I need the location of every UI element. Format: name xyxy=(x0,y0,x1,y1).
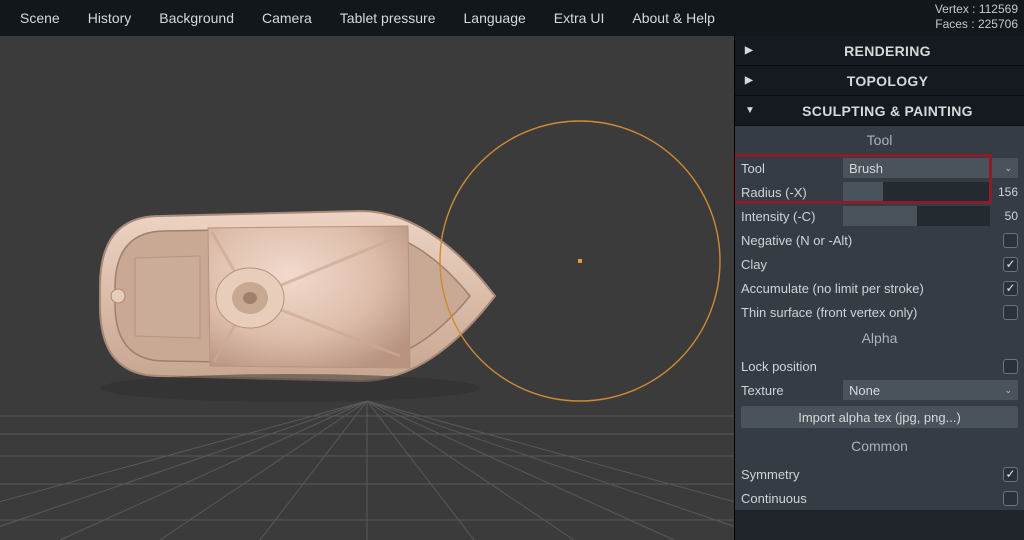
viewport-3d[interactable] xyxy=(0,36,734,540)
intensity-slider-fill xyxy=(843,206,917,226)
row-accumulate: Accumulate (no limit per stroke) xyxy=(735,276,1024,300)
row-negative: Negative (N or -Alt) xyxy=(735,228,1024,252)
texture-select-value: None xyxy=(849,383,880,398)
main-menubar: Scene History Background Camera Tablet p… xyxy=(0,0,1024,36)
symmetry-checkbox[interactable] xyxy=(1003,467,1018,482)
row-tool: Tool Brush ⌄ xyxy=(735,156,1024,180)
texture-select[interactable]: None ⌄ xyxy=(843,380,1018,400)
intensity-label: Intensity (-C) xyxy=(741,209,837,224)
menu-language[interactable]: Language xyxy=(450,2,540,34)
chevron-down-icon: ⌄ xyxy=(1004,163,1012,174)
brush-cursor-center xyxy=(578,259,582,263)
menu-history[interactable]: History xyxy=(74,2,146,34)
thin-label: Thin surface (front vertex only) xyxy=(741,305,1003,320)
tool-label: Tool xyxy=(741,161,837,176)
row-intensity: Intensity (-C) 50 xyxy=(735,204,1024,228)
negative-label: Negative (N or -Alt) xyxy=(741,233,1003,248)
symmetry-label: Symmetry xyxy=(741,467,1003,482)
clay-checkbox[interactable] xyxy=(1003,257,1018,272)
section-topology[interactable]: ▶ TOPOLOGY xyxy=(735,66,1024,96)
continuous-checkbox[interactable] xyxy=(1003,491,1018,506)
negative-checkbox[interactable] xyxy=(1003,233,1018,248)
radius-value: 156 xyxy=(990,185,1018,199)
chevron-right-icon: ▶ xyxy=(745,75,761,86)
clay-label: Clay xyxy=(741,257,1003,272)
import-alpha-button[interactable]: Import alpha tex (jpg, png...) xyxy=(741,406,1018,428)
tool-subheader: Tool xyxy=(735,126,1024,156)
menu-camera[interactable]: Camera xyxy=(248,2,326,34)
menu-extra-ui[interactable]: Extra UI xyxy=(540,2,619,34)
tool-select[interactable]: Brush ⌄ xyxy=(843,158,1018,178)
texture-label: Texture xyxy=(741,383,837,398)
continuous-label: Continuous xyxy=(741,491,1003,506)
section-topology-label: TOPOLOGY xyxy=(761,73,1014,89)
lockpos-label: Lock position xyxy=(741,359,1003,374)
radius-label: Radius (-X) xyxy=(741,185,837,200)
mesh-stats: Vertex : 112569 Faces : 225706 xyxy=(935,2,1018,32)
menu-background[interactable]: Background xyxy=(145,2,248,34)
common-subheader: Common xyxy=(735,432,1024,462)
chevron-right-icon: ▶ xyxy=(745,45,761,56)
radius-slider[interactable] xyxy=(843,182,990,202)
viewport-svg xyxy=(0,36,734,540)
radius-slider-fill xyxy=(843,182,883,202)
section-rendering[interactable]: ▶ RENDERING xyxy=(735,36,1024,66)
row-thin: Thin surface (front vertex only) xyxy=(735,300,1024,324)
section-sculpting-label: SCULPTING & PAINTING xyxy=(761,103,1014,119)
vertex-count: 112569 xyxy=(979,2,1018,16)
menu-about-help[interactable]: About & Help xyxy=(618,2,729,34)
row-symmetry: Symmetry xyxy=(735,462,1024,486)
chevron-down-icon: ▼ xyxy=(745,105,761,116)
section-sculpting[interactable]: ▼ SCULPTING & PAINTING xyxy=(735,96,1024,126)
alpha-subheader: Alpha xyxy=(735,324,1024,354)
menu-tablet-pressure[interactable]: Tablet pressure xyxy=(326,2,450,34)
panel-resize-handle[interactable] xyxy=(728,36,734,540)
faces-count: 225706 xyxy=(978,17,1018,31)
row-texture: Texture None ⌄ xyxy=(735,378,1024,402)
tool-select-value: Brush xyxy=(849,161,883,176)
side-panel: ▶ RENDERING ▶ TOPOLOGY ▼ SCULPTING & PAI… xyxy=(734,36,1024,540)
section-rendering-label: RENDERING xyxy=(761,43,1014,59)
vertex-label: Vertex : xyxy=(935,2,976,16)
row-clay: Clay xyxy=(735,252,1024,276)
menu-scene[interactable]: Scene xyxy=(6,2,74,34)
lockpos-checkbox[interactable] xyxy=(1003,359,1018,374)
thin-checkbox[interactable] xyxy=(1003,305,1018,320)
accumulate-label: Accumulate (no limit per stroke) xyxy=(741,281,1003,296)
sculpting-body: Tool Tool Brush ⌄ Radius (-X) 156 Intens… xyxy=(735,126,1024,510)
intensity-value: 50 xyxy=(990,209,1018,223)
row-radius: Radius (-X) 156 xyxy=(735,180,1024,204)
accumulate-checkbox[interactable] xyxy=(1003,281,1018,296)
faces-label: Faces : xyxy=(935,17,974,31)
row-continuous: Continuous xyxy=(735,486,1024,510)
chevron-down-icon: ⌄ xyxy=(1004,385,1012,396)
row-lockpos: Lock position xyxy=(735,354,1024,378)
intensity-slider[interactable] xyxy=(843,206,990,226)
